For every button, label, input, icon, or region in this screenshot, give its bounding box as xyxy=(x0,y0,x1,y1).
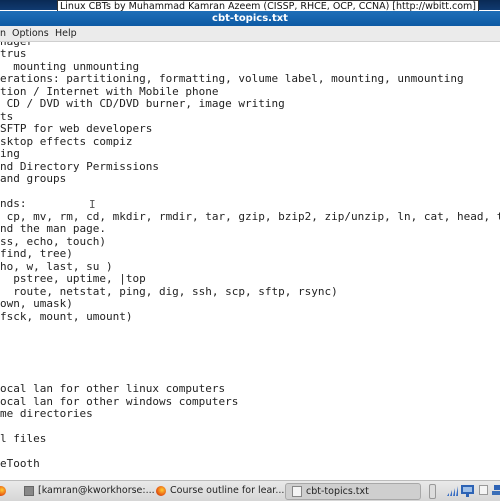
editor-line: me directories xyxy=(0,407,93,420)
network-icon[interactable] xyxy=(492,485,500,500)
firefox-launcher[interactable] xyxy=(0,483,10,498)
editor-line: trus xyxy=(0,47,27,60)
editor-line: pstree, uptime, |top xyxy=(0,272,146,285)
editor-line: erations: partitioning, formatting, volu… xyxy=(0,72,464,85)
editor-line: SFTP for web developers xyxy=(0,122,153,135)
firefox-icon xyxy=(156,485,166,496)
taskbar-item-terminal[interactable]: [kamran@kworkhorse:... xyxy=(24,483,155,498)
editor-line: find, tree) xyxy=(0,247,73,260)
menu-help[interactable]: Help xyxy=(55,26,77,41)
tray-separator-handle[interactable] xyxy=(429,484,436,499)
task-label: [kamran@kworkhorse:... xyxy=(38,485,155,496)
taskbar: [kamran@kworkhorse:... Course outline fo… xyxy=(0,480,500,501)
window-title: cbt-topics.txt xyxy=(212,13,288,24)
editor-line: nds: xyxy=(0,197,27,210)
menu-options[interactable]: Options xyxy=(12,26,49,41)
window-titlebar[interactable]: cbt-topics.txt xyxy=(0,11,500,26)
text-editor-icon xyxy=(292,486,302,497)
task-label: Course outline for lear... xyxy=(170,485,285,496)
menubar: n Options Help xyxy=(0,26,500,42)
editor-line: own, umask) xyxy=(0,297,73,310)
task-label: cbt-topics.txt xyxy=(306,486,369,497)
taskbar-item-cbt-topics[interactable]: cbt-topics.txt xyxy=(285,483,421,500)
network-signal-icon[interactable] xyxy=(446,485,458,500)
display-icon[interactable] xyxy=(461,485,474,500)
editor-line: nd the man page. xyxy=(0,222,106,235)
text-editor-area[interactable]: nagertrus mounting unmountingerations: p… xyxy=(0,42,500,470)
editor-line: CD / DVD with CD/DVD burner, image writi… xyxy=(0,97,285,110)
editor-line: l files xyxy=(0,432,47,445)
firefox-icon xyxy=(0,485,6,496)
editor-line: fsck, mount, umount) xyxy=(0,310,133,323)
editor-line: and groups xyxy=(0,172,67,185)
checkbox-icon[interactable] xyxy=(479,485,488,498)
menu-search[interactable]: n xyxy=(0,26,6,41)
editor-line: ocal lan for other linux computers xyxy=(0,382,226,395)
editor-line: eTooth xyxy=(0,457,40,470)
terminal-icon xyxy=(24,485,34,496)
ibeam-cursor-icon: I xyxy=(89,198,96,211)
editor-line: ing xyxy=(0,147,20,160)
taskbar-item-firefox[interactable]: Course outline for lear... xyxy=(156,483,284,498)
